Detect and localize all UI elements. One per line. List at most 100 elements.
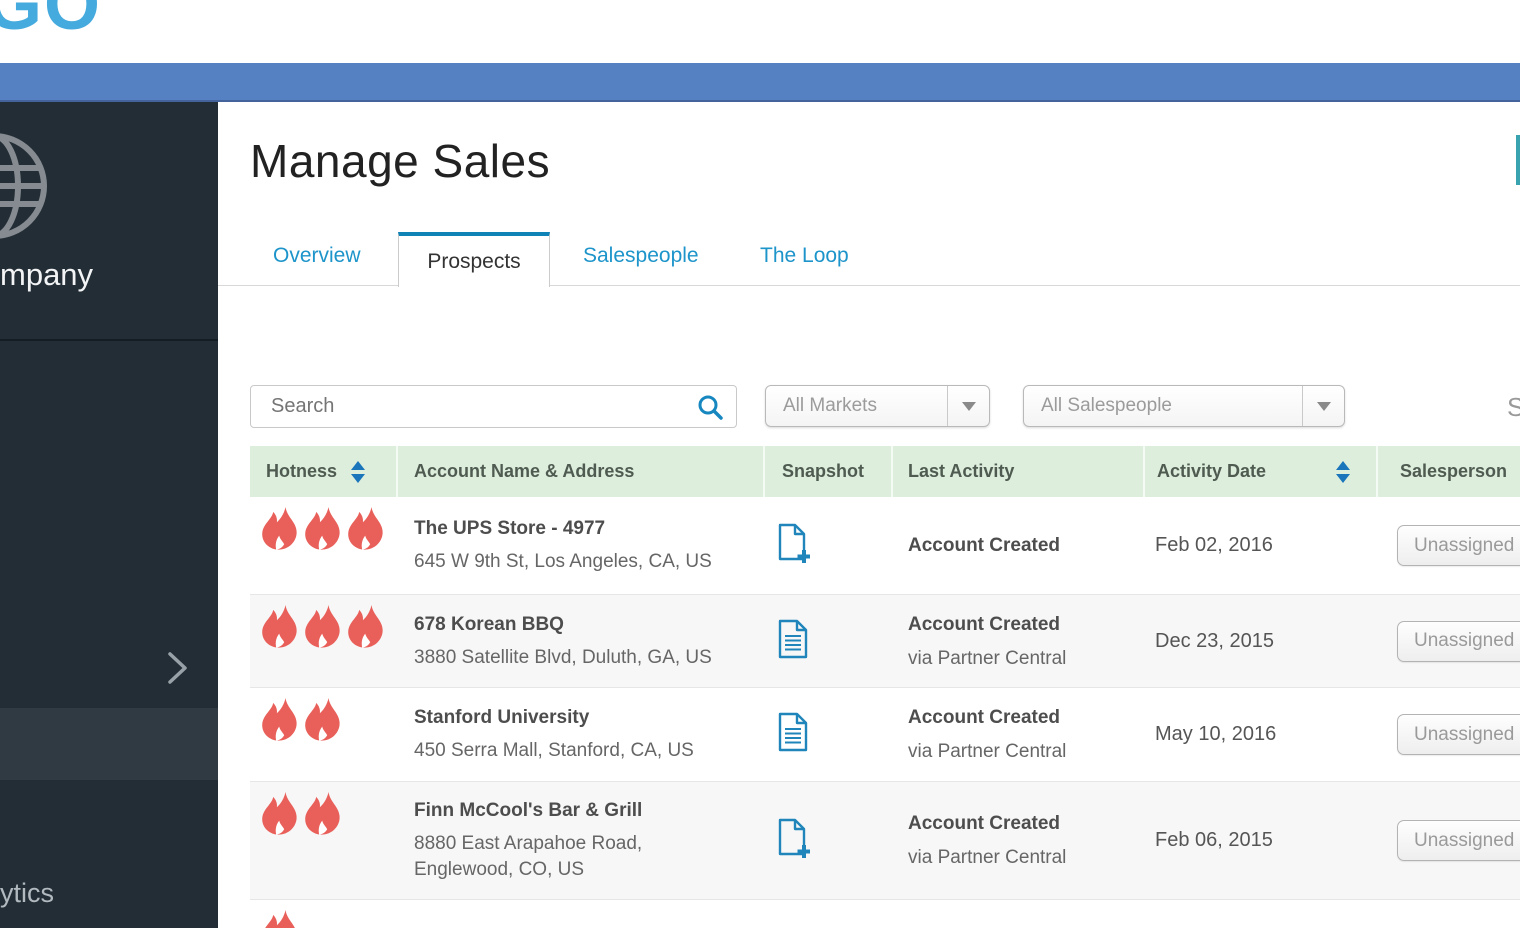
snapshot-cell bbox=[765, 497, 893, 594]
activity-via-text: via Partner Central bbox=[908, 646, 1145, 671]
document-add-icon[interactable] bbox=[776, 523, 810, 568]
sidebar: mpany ytics bbox=[0, 102, 218, 928]
hotness-cell bbox=[250, 900, 398, 928]
salesperson-assign-button[interactable]: Unassigned bbox=[1397, 820, 1520, 861]
activity-date-cell: May 10, 2016 bbox=[1145, 688, 1378, 781]
hotness-cell bbox=[250, 688, 398, 781]
table-row[interactable]: 678 Korean BBQ 3880 Satellite Blvd, Dulu… bbox=[250, 594, 1520, 687]
document-lines-icon[interactable] bbox=[776, 712, 810, 757]
table-row[interactable]: Toyota of Dallas bbox=[250, 899, 1520, 928]
triangle-down-icon bbox=[1317, 402, 1331, 411]
activity-date-cell bbox=[1145, 900, 1378, 928]
salesperson-assign-button[interactable]: Unassigned bbox=[1397, 621, 1520, 662]
dropdown-arrow-button[interactable] bbox=[947, 386, 989, 426]
account-name: Finn McCool's Bar & Grill bbox=[414, 798, 765, 824]
account-name: Stanford University bbox=[414, 705, 765, 731]
column-header-last-activity: Last Activity bbox=[893, 446, 1145, 497]
search-input[interactable] bbox=[271, 386, 691, 427]
account-cell: Finn McCool's Bar & Grill 8880 East Arap… bbox=[398, 782, 765, 899]
tab-overview[interactable]: Overview bbox=[273, 244, 361, 268]
search-box bbox=[250, 385, 737, 428]
account-address: 645 W 9th St, Los Angeles, CA, US bbox=[414, 549, 765, 575]
manage-sales-screen: GO mpany ytics Manage Sales O bbox=[0, 0, 1520, 928]
last-activity-cell: Account Created bbox=[893, 497, 1145, 594]
snapshot-cell bbox=[765, 782, 893, 899]
salesperson-assign-button[interactable]: Unassigned bbox=[1397, 714, 1520, 755]
search-icon[interactable] bbox=[697, 394, 724, 421]
flame-icon bbox=[260, 506, 298, 557]
sort-down-icon[interactable] bbox=[351, 474, 365, 483]
activity-date-cell: Dec 23, 2015 bbox=[1145, 595, 1378, 687]
salesperson-cell: Unassigned bbox=[1378, 782, 1520, 899]
account-address: 8880 East Arapahoe Road,Englewood, CO, U… bbox=[414, 831, 765, 883]
markets-dropdown[interactable]: All Markets bbox=[765, 385, 990, 427]
flame-icon bbox=[260, 909, 298, 928]
salespeople-dropdown-value: All Salespeople bbox=[1024, 395, 1302, 417]
column-header-salesperson: Salesperson bbox=[1378, 446, 1520, 497]
tab-the-loop[interactable]: The Loop bbox=[760, 244, 849, 268]
snapshot-cell bbox=[765, 900, 893, 928]
chevron-right-icon[interactable] bbox=[163, 650, 191, 686]
table-row[interactable]: Stanford University 450 Serra Mall, Stan… bbox=[250, 687, 1520, 781]
page-title: Manage Sales bbox=[250, 134, 550, 188]
sort-up-icon[interactable] bbox=[351, 461, 365, 470]
hotness-cell bbox=[250, 595, 398, 687]
flame-icon bbox=[346, 506, 384, 557]
app-logo[interactable]: GO bbox=[0, 0, 102, 46]
sidebar-item-analytics[interactable]: ytics bbox=[0, 878, 54, 909]
flame-icon bbox=[303, 604, 341, 655]
column-label: Hotness bbox=[266, 461, 337, 482]
dropdown-arrow-button[interactable] bbox=[1302, 386, 1344, 426]
table-row[interactable]: The UPS Store - 4977 645 W 9th St, Los A… bbox=[250, 497, 1520, 594]
column-header-activity-date[interactable]: Activity Date bbox=[1145, 446, 1378, 497]
tab-salespeople[interactable]: Salespeople bbox=[583, 244, 699, 268]
account-address: 3880 Satellite Blvd, Duluth, GA, US bbox=[414, 645, 765, 671]
last-activity-cell: Account Created via Partner Central bbox=[893, 688, 1145, 781]
table-header: HotnessAccount Name & AddressSnapshotLas… bbox=[250, 446, 1520, 497]
last-activity-cell bbox=[893, 900, 1145, 928]
hotness-cell bbox=[250, 497, 398, 594]
snapshot-cell bbox=[765, 688, 893, 781]
snapshot-cell bbox=[765, 595, 893, 687]
activity-date-cell: Feb 02, 2016 bbox=[1145, 497, 1378, 594]
company-label: mpany bbox=[0, 257, 93, 293]
salespeople-dropdown[interactable]: All Salespeople bbox=[1023, 385, 1345, 427]
sort-arrows-icon[interactable] bbox=[351, 461, 365, 483]
column-header-snapshot: Snapshot bbox=[765, 446, 893, 497]
flame-icon bbox=[260, 697, 298, 748]
column-label: Last Activity bbox=[908, 461, 1014, 482]
account-name: The UPS Store - 4977 bbox=[414, 516, 765, 542]
hotness-cell bbox=[250, 782, 398, 899]
flame-icon bbox=[303, 697, 341, 748]
column-label: Activity Date bbox=[1157, 461, 1266, 482]
activity-text: Account Created bbox=[908, 612, 1145, 637]
cut-off-button-edge[interactable] bbox=[1516, 135, 1520, 185]
activity-text: Account Created bbox=[908, 811, 1145, 836]
salesperson-assign-button[interactable]: Unassigned bbox=[1397, 525, 1520, 566]
sort-up-icon[interactable] bbox=[1336, 461, 1350, 470]
cut-off-right-text: S bbox=[1507, 392, 1520, 423]
column-label: Snapshot bbox=[782, 461, 864, 482]
document-add-icon[interactable] bbox=[776, 818, 810, 863]
column-header-hotness[interactable]: Hotness bbox=[250, 446, 398, 497]
account-cell: Stanford University 450 Serra Mall, Stan… bbox=[398, 688, 765, 781]
account-name: 678 Korean BBQ bbox=[414, 612, 765, 638]
sidebar-item-active[interactable] bbox=[0, 708, 218, 780]
sort-down-icon[interactable] bbox=[1336, 474, 1350, 483]
activity-text: Account Created bbox=[908, 705, 1145, 730]
flame-icon bbox=[303, 791, 341, 842]
salesperson-cell: Unassigned bbox=[1378, 688, 1520, 781]
activity-text: Account Created bbox=[908, 533, 1145, 558]
activity-date-cell: Feb 06, 2015 bbox=[1145, 782, 1378, 899]
top-header: GO bbox=[0, 0, 1520, 63]
nav-bar bbox=[0, 63, 1520, 102]
sidebar-divider bbox=[0, 339, 218, 341]
flame-icon bbox=[303, 506, 341, 557]
document-lines-icon[interactable] bbox=[776, 619, 810, 664]
table-row[interactable]: Finn McCool's Bar & Grill 8880 East Arap… bbox=[250, 781, 1520, 899]
account-cell: The UPS Store - 4977 645 W 9th St, Los A… bbox=[398, 497, 765, 594]
globe-icon bbox=[0, 130, 50, 242]
flame-icon bbox=[260, 791, 298, 842]
sort-arrows-icon[interactable] bbox=[1336, 461, 1350, 483]
tab-prospects[interactable]: Prospects bbox=[398, 232, 550, 287]
